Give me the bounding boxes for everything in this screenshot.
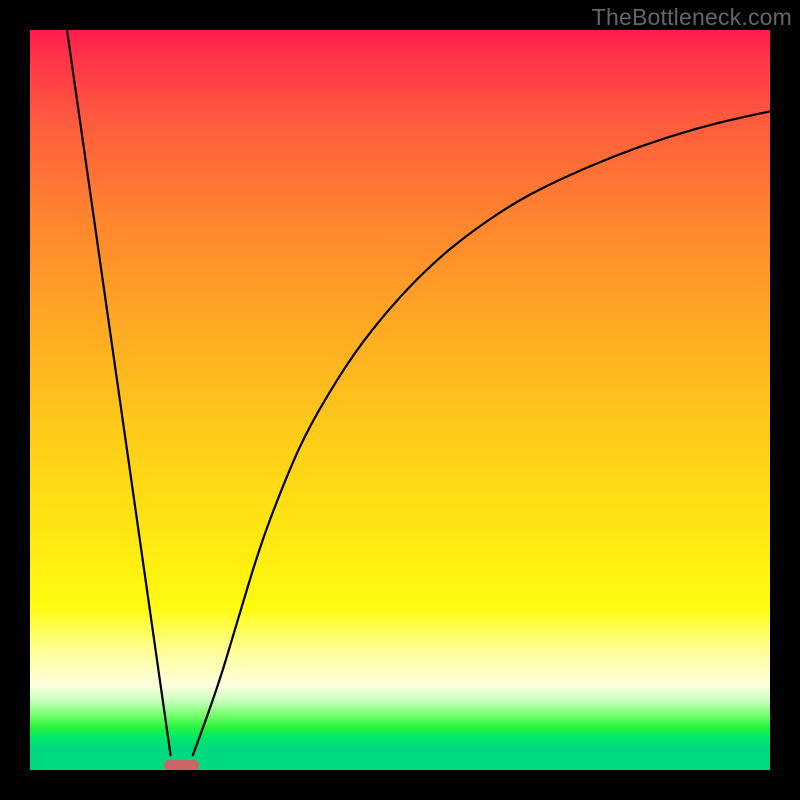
- curve-right-branch: [193, 111, 770, 755]
- curve-left-branch: [67, 30, 171, 755]
- watermark-text: TheBottleneck.com: [592, 4, 792, 31]
- plot-area: [30, 30, 770, 770]
- chart-frame: TheBottleneck.com: [0, 0, 800, 800]
- bottleneck-curve: [30, 30, 770, 770]
- optimal-marker-bar: [164, 760, 199, 770]
